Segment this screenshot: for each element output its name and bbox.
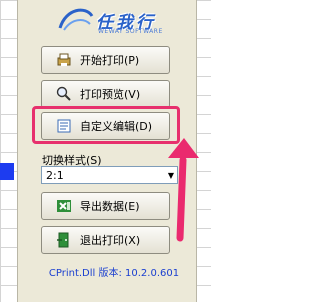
logo-subtitle: WEWAY SOFTWARE [98,28,163,35]
style-select[interactable]: 2:1 ▼ [41,166,178,184]
excel-icon [56,198,72,214]
exit-door-icon [56,232,72,248]
version-text: CPrint.Dll 版本: 10.2.0.601 [48,268,180,279]
logo-swirl-icon [58,8,94,31]
print-panel: 任我行 WEWAY SOFTWARE 开始打印(P) 打印预览(V) 自定义编辑… [17,0,197,302]
weway-logo: 任我行 WEWAY SOFTWARE [48,4,180,36]
style-select-value: 2:1 [46,168,64,182]
exit-print-label: 退出打印(X) [80,234,141,247]
start-print-button[interactable]: 开始打印(P) [41,46,170,74]
selected-cell [0,163,14,180]
print-preview-button[interactable]: 打印预览(V) [41,80,170,108]
magnifier-icon [56,86,72,102]
exit-print-button[interactable]: 退出打印(X) [41,226,170,254]
start-print-label: 开始打印(P) [80,54,140,67]
highlight-box [32,106,180,144]
printer-icon [56,52,72,68]
chevron-down-icon[interactable]: ▼ [165,171,177,180]
export-data-label: 导出数据(E) [80,200,140,213]
export-data-button[interactable]: 导出数据(E) [41,192,170,220]
print-preview-label: 打印预览(V) [80,88,141,101]
